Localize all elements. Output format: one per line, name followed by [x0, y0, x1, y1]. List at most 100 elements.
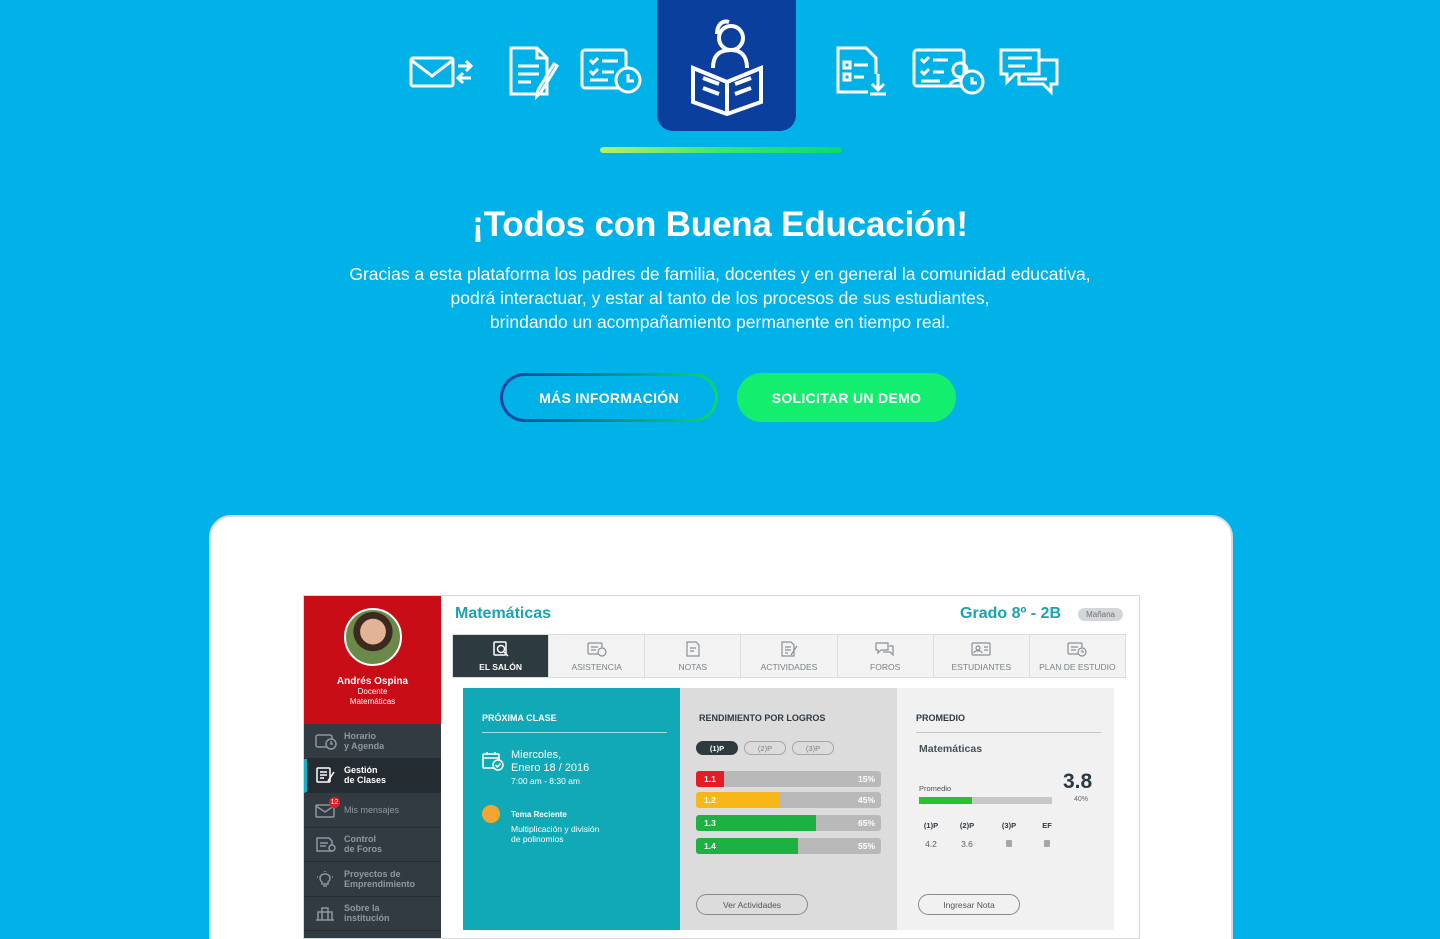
- sidebar-item-mensajes[interactable]: 12 Mis mensajes: [304, 793, 441, 828]
- period-column-ef: EF: [1033, 821, 1061, 852]
- sidebar-item-horario[interactable]: Horario y Agenda: [304, 724, 441, 759]
- average-score: 3.8: [1063, 770, 1093, 793]
- bar-label: 1.3: [704, 818, 716, 828]
- sidebar-item-institucion[interactable]: Sobre la institución: [304, 897, 441, 931]
- divider: [482, 732, 667, 733]
- sidebar-item-label: Control de Foros: [344, 834, 383, 855]
- tab-estudiantes[interactable]: ESTUDIANTES: [933, 635, 1030, 677]
- achievement-bar-1-2: 1.2 45%: [696, 792, 881, 808]
- bar-percent: 45%: [857, 795, 875, 805]
- period-header: EF: [1042, 821, 1052, 830]
- next-class-panel: PRÓXIMA CLASE Miercoles, Enero 18 / 2016…: [463, 688, 680, 930]
- sidebar-item-foros[interactable]: Control de Foros: [304, 828, 441, 862]
- lock-icon: [1044, 840, 1050, 847]
- achievement-bar-1-4: 1.4 55%: [696, 838, 881, 854]
- enter-grade-button[interactable]: Ingresar Nota: [918, 894, 1020, 915]
- active-indicator-bar: [600, 147, 842, 153]
- date-line-1: Miercoles,: [511, 749, 562, 761]
- tab-notas[interactable]: NOTAS: [645, 635, 742, 677]
- tab-label: EL SALÓN: [479, 662, 522, 672]
- period-column-3: (3)P: [995, 821, 1023, 852]
- tab-label: ACTIVIDADES: [760, 662, 818, 672]
- sidebar-item-label: Sobre la institución: [344, 903, 390, 924]
- average-subject: Matemáticas: [919, 743, 983, 755]
- hero-line-1: Gracias a esta plataforma los padres de …: [349, 264, 1091, 284]
- profile-name: Andrés Ospina: [336, 676, 409, 687]
- bar-percent: 65%: [857, 818, 875, 828]
- shift-badge: Mañana: [1078, 608, 1123, 621]
- mail-exchange-icon[interactable]: [408, 44, 474, 100]
- tab-asistencia[interactable]: ASISTENCIA: [549, 635, 646, 677]
- sidebar-item-label: Proyectos de Emprendimiento: [344, 868, 416, 889]
- tab-foros[interactable]: FOROS: [837, 635, 934, 677]
- profile-role: Docente: [357, 687, 388, 696]
- sidebar-item-label: Mis mensajes: [344, 804, 400, 815]
- tab-actividades[interactable]: ACTIVIDADES: [741, 635, 838, 677]
- topic-label: Tema Reciente: [511, 810, 567, 819]
- bar-label: 1.1: [704, 774, 716, 784]
- view-activities-button[interactable]: Ver Actividades: [696, 894, 808, 915]
- form-clock-icon[interactable]: [578, 44, 644, 100]
- profile-subject: Matemáticas: [349, 697, 396, 706]
- lock-icon: [1006, 840, 1012, 847]
- period-value: 4.2: [925, 839, 937, 849]
- average-panel: PROMEDIO Matemáticas Promedio 3.8 40% (1…: [897, 688, 1114, 930]
- bar-percent: 15%: [857, 774, 875, 784]
- profile-card: Andrés Ospina Docente Matemáticas: [304, 596, 441, 724]
- app-main: Matemáticas Grado 8º - 2B Mañana EL SALÓ…: [441, 596, 1139, 938]
- grade-label: Grado 8º - 2B: [960, 605, 1061, 622]
- app-screenshot: Andrés Ospina Docente Matemáticas Horari…: [303, 595, 1140, 939]
- period-1-pill[interactable]: (1)P: [696, 741, 738, 755]
- app-sidebar: Andrés Ospina Docente Matemáticas Horari…: [304, 596, 441, 938]
- period-2-pill[interactable]: (2)P: [744, 741, 786, 755]
- feature-icon-strip: [0, 0, 1440, 160]
- tab-label: ASISTENCIA: [571, 662, 622, 672]
- hero-description: Gracias a esta plataforma los padres de …: [0, 262, 1440, 334]
- average-progress-fill: [919, 797, 973, 804]
- next-class-date: Miercoles, Enero 18 / 2016: [511, 749, 589, 775]
- calendar-icon: [315, 734, 337, 750]
- average-percent: 40%: [1074, 796, 1089, 803]
- tab-el-salon[interactable]: EL SALÓN: [453, 635, 550, 677]
- activities-icon: [781, 641, 798, 657]
- building-icon: [316, 907, 334, 921]
- hero-line-3: brindando un acompañamiento permanente e…: [489, 312, 951, 332]
- period-selector: (1)P (2)P (3)P: [696, 741, 834, 755]
- achievement-bar-1-1: 1.1 15%: [696, 771, 881, 787]
- topic-line-1: Multiplicación y división: [511, 824, 600, 834]
- sidebar-item-gestion[interactable]: Gestión de Clases: [304, 758, 441, 793]
- more-info-button[interactable]: MÁS INFORMACIÓN: [500, 373, 718, 422]
- period-header: (1)P: [923, 821, 939, 830]
- achievement-heading: RENDIMIENTO POR LOGROS: [699, 713, 826, 723]
- period-3-pill[interactable]: (3)P: [792, 741, 834, 755]
- achievement-panel: RENDIMIENTO POR LOGROS (1)P (2)P (3)P 1.…: [680, 688, 897, 930]
- tab-bar: EL SALÓN ASISTENCIA NOTAS ACTIVIDADES FO…: [452, 634, 1126, 678]
- chat-bubbles-icon[interactable]: [997, 44, 1061, 100]
- class-management-icon: [316, 767, 335, 783]
- period-column-2: (2)P 3.6: [953, 821, 981, 849]
- request-demo-button[interactable]: SOLICITAR UN DEMO: [737, 373, 956, 422]
- next-class-heading: PRÓXIMA CLASE: [482, 713, 557, 723]
- period-column-1: (1)P 4.2: [917, 821, 945, 849]
- study-plan-icon: [1067, 642, 1088, 657]
- list-download-icon[interactable]: [830, 44, 894, 100]
- tab-label: NOTAS: [678, 662, 708, 672]
- reader-book-icon[interactable]: [657, 0, 796, 131]
- hero-title: ¡Todos con Buena Educación!: [472, 205, 968, 244]
- forums-icon: [875, 642, 894, 657]
- tab-plan-de-estudio[interactable]: PLAN DE ESTUDIO: [1029, 635, 1125, 677]
- bar-label: 1.4: [704, 841, 716, 851]
- sidebar-item-proyectos[interactable]: Proyectos de Emprendimiento: [304, 862, 441, 897]
- next-class-time: 7:00 am - 8:30 am: [511, 776, 580, 786]
- tab-label: ESTUDIANTES: [951, 662, 1012, 672]
- document-edit-icon[interactable]: [503, 44, 567, 100]
- attendance-icon: [587, 642, 607, 657]
- students-icon: [971, 642, 991, 656]
- divider: [916, 732, 1101, 733]
- tab-label: PLAN DE ESTUDIO: [1039, 662, 1116, 672]
- checklist-user-clock-icon[interactable]: [910, 44, 986, 100]
- period-header: (3)P: [1001, 821, 1017, 830]
- search-doc-icon: [492, 641, 509, 657]
- tab-label: FOROS: [870, 662, 901, 672]
- topic-text: Multiplicación y división de polinomios: [511, 824, 599, 844]
